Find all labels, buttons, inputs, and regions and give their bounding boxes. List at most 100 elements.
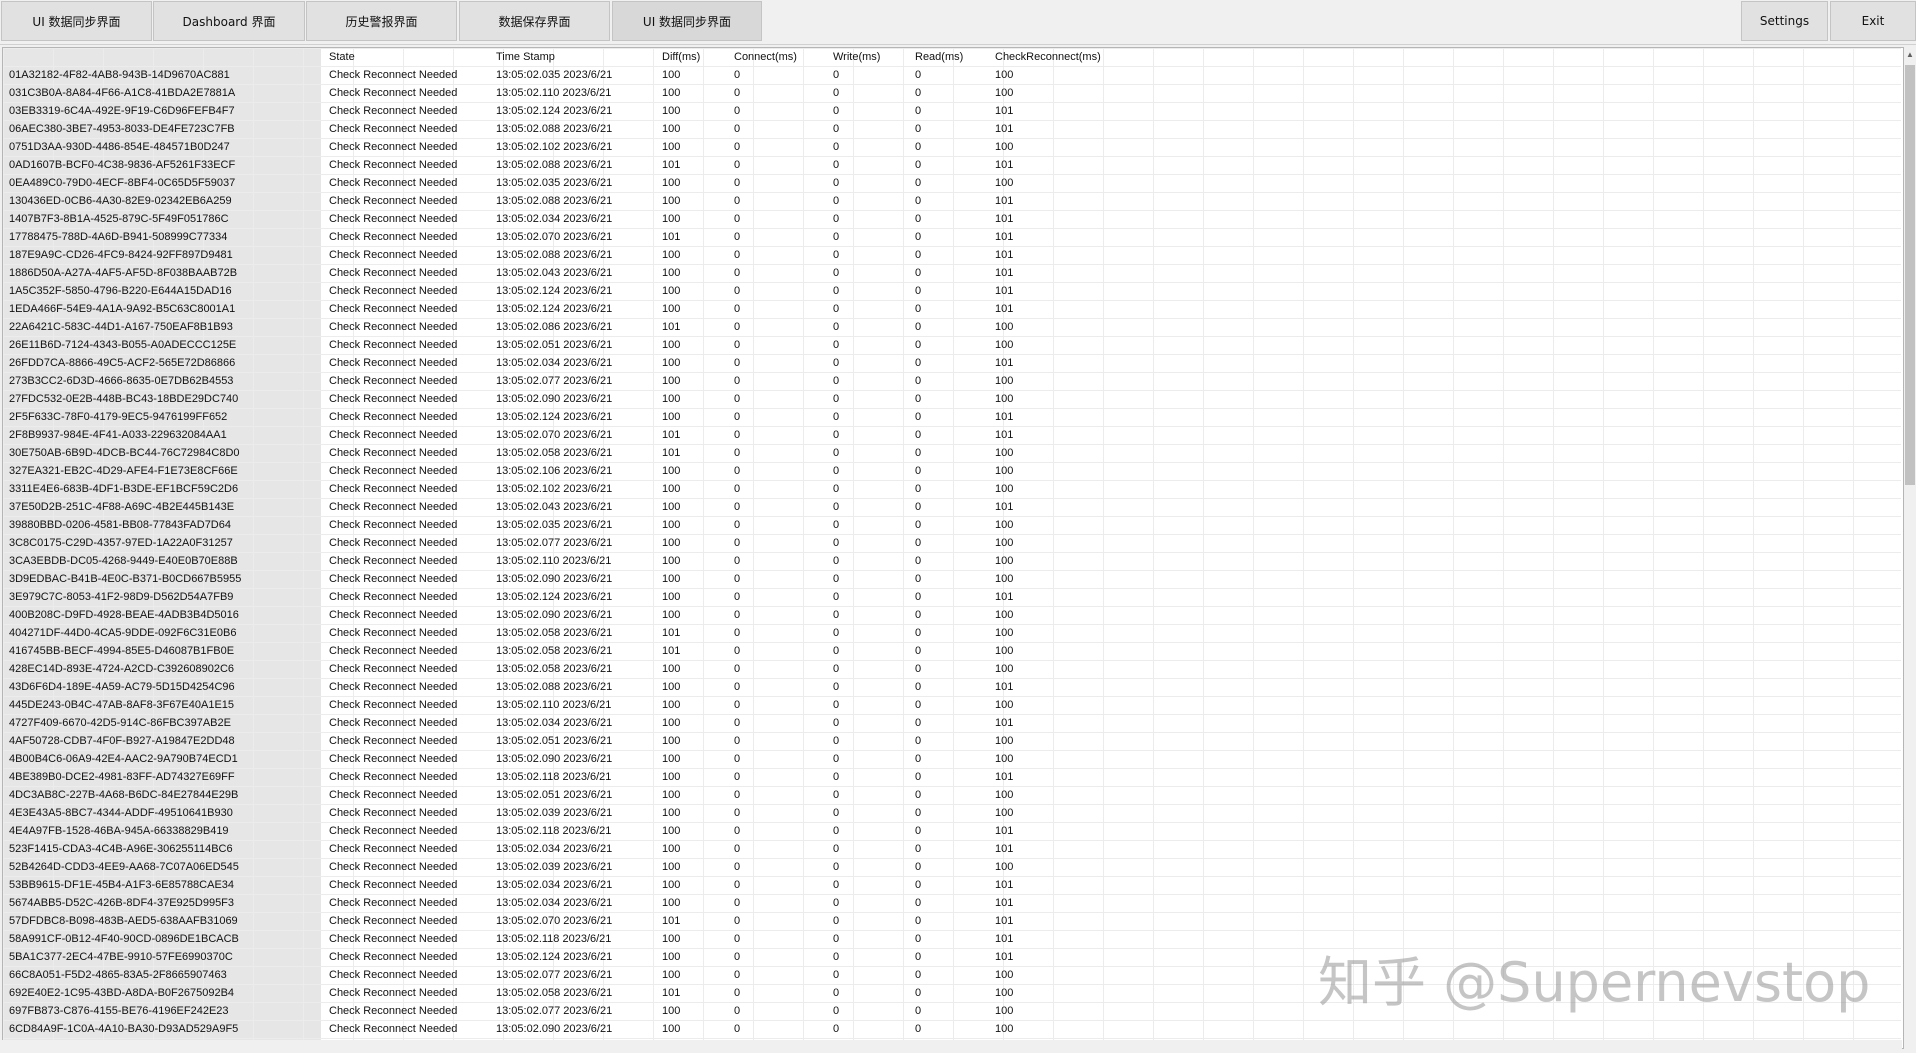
table-cell: 0 xyxy=(833,339,840,351)
table-cell: 0 xyxy=(915,915,922,927)
table-row[interactable]: 400B208C-D9FD-4928-BEAE-4ADB3B4D5016 Chec… xyxy=(3,606,1901,624)
table-row[interactable]: 27FDC532-0E2B-448B-BC43-18BDE29DC740 Chec… xyxy=(3,390,1901,408)
table-row[interactable]: 4727F409-6670-42D5-914C-86FBC397AB2E Chec… xyxy=(3,714,1901,732)
table-row[interactable]: 03EB3319-6C4A-492E-9F19-C6D96FEFB4F7 Chec… xyxy=(3,102,1901,120)
table-row[interactable]: 130436ED-0CB6-4A30-82E9-02342EB6A259 Chec… xyxy=(3,192,1901,210)
table-row[interactable]: 3D9EDBAC-B41B-4E0C-B371-B0CD667B5955 Chec… xyxy=(3,570,1901,588)
table-cell: 101 xyxy=(662,645,681,657)
table-cell: 0 xyxy=(915,609,922,621)
column-header[interactable]: Read(ms) xyxy=(909,48,987,66)
settings-button[interactable]: Settings xyxy=(1741,1,1828,41)
table-row[interactable]: 30E750AB-6B9D-4DCB-BC44-76C72984C8D0 Chec… xyxy=(3,444,1901,462)
table-row[interactable]: 53BB9615-DF1E-45B4-A1F3-6E85788CAE34 Chec… xyxy=(3,876,1901,894)
table-row[interactable]: 37E50D2B-251C-4F88-A69C-4B2E445B143E Chec… xyxy=(3,498,1901,516)
table-row[interactable]: 39880BBD-0206-4581-BB08-77843FAD7D64 Chec… xyxy=(3,516,1901,534)
exit-button[interactable]: Exit xyxy=(1830,1,1916,41)
row-id-cell: 27FDC532-0E2B-448B-BC43-18BDE29DC740 xyxy=(9,393,239,405)
table-row[interactable]: 22A6421C-583C-44D1-A167-750EAF8B1B93 Chec… xyxy=(3,318,1901,336)
table-cell: 100 xyxy=(662,285,681,297)
table-row[interactable]: 416745BB-BECF-4994-85E5-D46087B1FB0E Chec… xyxy=(3,642,1901,660)
table-row[interactable]: 1886D50A-A27A-4AF5-AF5D-8F038BAAB72B Chec… xyxy=(3,264,1901,282)
vertical-scrollbar[interactable]: ▲ xyxy=(1904,47,1916,1047)
tab-ui-sync[interactable]: UI 数据同步界面 xyxy=(1,1,152,41)
table-cell: 0 xyxy=(915,627,922,639)
column-header[interactable]: Connect(ms) xyxy=(728,48,825,66)
table-row[interactable]: 26FDD7CA-8866-49C5-ACF2-565E72D86866 Chec… xyxy=(3,354,1901,372)
table-row[interactable]: 2F8B9937-984E-4F41-A033-229632084AA1 Chec… xyxy=(3,426,1901,444)
table-row[interactable]: 404271DF-44D0-4CA5-9DDE-092F6C31E0B6 Chec… xyxy=(3,624,1901,642)
table-cell: 0 xyxy=(833,519,840,531)
table-row[interactable]: 3CA3EBDB-DC05-4268-9449-E40E0B70E88B Chec… xyxy=(3,552,1901,570)
column-header[interactable]: Time Stamp xyxy=(490,48,654,66)
table-row[interactable]: 428EC14D-893E-4724-A2CD-C392608902C6 Chec… xyxy=(3,660,1901,678)
data-grid[interactable]: State Time Stamp Diff(ms) Connect(ms) Write(… xyxy=(2,47,1904,1049)
table-row[interactable]: 52B4264D-CDD3-4EE9-AA68-7C07A06ED545 Chec… xyxy=(3,858,1901,876)
table-row[interactable]: 06AEC380-3BE7-4953-8033-DE4FE723C7FB Chec… xyxy=(3,120,1901,138)
table-cell: 0 xyxy=(833,501,840,513)
table-row[interactable]: 1EDA466F-54E9-4A1A-9A92-B5C63C8001A1 Chec… xyxy=(3,300,1901,318)
column-header[interactable]: CheckReconnect(ms) xyxy=(989,48,1139,66)
table-row[interactable]: 4DC3AB8C-227B-4A68-B6DC-84E27844E29B Chec… xyxy=(3,786,1901,804)
table-row[interactable]: 327EA321-EB2C-4D29-AFE4-F1E73E8CF66E Chec… xyxy=(3,462,1901,480)
table-cell: 100 xyxy=(662,483,681,495)
table-row[interactable]: 0751D3AA-930D-4486-854E-484571B0D247 Chec… xyxy=(3,138,1901,156)
table-row[interactable]: 5674ABB5-D52C-426B-8DF4-37E925D995F3 Chec… xyxy=(3,894,1901,912)
table-row[interactable]: 1407B7F3-8B1A-4525-879C-5F49F051786C Chec… xyxy=(3,210,1901,228)
table-cell: Check Reconnect Needed xyxy=(329,123,458,135)
tab-alarm-history[interactable]: 历史警报界面 xyxy=(306,1,457,41)
table-row[interactable]: 3311E4E6-683B-4DF1-B3DE-EF1BCF59C2D6 Chec… xyxy=(3,480,1901,498)
table-row[interactable]: 17788475-788D-4A6D-B941-508999C77334 Chec… xyxy=(3,228,1901,246)
table-cell: Check Reconnect Needed xyxy=(329,537,458,549)
horizontal-scrollbar[interactable] xyxy=(2,1040,1902,1052)
table-cell: 100 xyxy=(662,537,681,549)
table-row[interactable]: 4E4A97FB-1528-46BA-945A-66338829B419 Chec… xyxy=(3,822,1901,840)
table-cell: 101 xyxy=(995,843,1014,855)
scroll-thumb[interactable] xyxy=(1905,65,1915,485)
table-row[interactable]: 273B3CC2-6D3D-4666-8635-0E7DB62B4553 Chec… xyxy=(3,372,1901,390)
table-row[interactable]: 187E9A9C-CD26-4FC9-8424-92FF897D9481 Chec… xyxy=(3,246,1901,264)
tab-ui-sync-2[interactable]: UI 数据同步界面 xyxy=(612,1,762,41)
table-row[interactable]: 3E979C7C-8053-41F2-98D9-D562D54A7FB9 Chec… xyxy=(3,588,1901,606)
column-header[interactable]: Diff(ms) xyxy=(656,48,726,66)
column-header[interactable]: State xyxy=(323,48,488,66)
table-cell: 13:05:02.058 2023/6/21 xyxy=(496,645,613,657)
table-row[interactable]: 4AF50728-CDB7-4F0F-B927-A19847E2DD48 Chec… xyxy=(3,732,1901,750)
table-cell: 0 xyxy=(833,897,840,909)
table-row[interactable]: 031C3B0A-8A84-4F66-A1C8-41BDA2E7881A Chec… xyxy=(3,84,1901,102)
table-cell: 0 xyxy=(915,735,922,747)
table-cell: 13:05:02.039 2023/6/21 xyxy=(496,807,613,819)
table-cell: 0 xyxy=(833,627,840,639)
table-cell: 100 xyxy=(995,861,1014,873)
table-row[interactable]: 0AD1607B-BCF0-4C38-9836-AF5261F33ECF Chec… xyxy=(3,156,1901,174)
table-cell: 0 xyxy=(734,519,741,531)
column-header[interactable]: Write(ms) xyxy=(827,48,907,66)
table-row[interactable]: 26E11B6D-7124-4343-B055-A0ADECCC125E Chec… xyxy=(3,336,1901,354)
table-cell: 0 xyxy=(915,753,922,765)
column-header[interactable] xyxy=(3,48,321,66)
table-row[interactable]: 4B00B4C6-06A9-42E4-AAC2-9A790B74ECD1 Chec… xyxy=(3,750,1901,768)
table-row[interactable]: 1A5C352F-5850-4796-B220-E644A15DAD16 Chec… xyxy=(3,282,1901,300)
table-cell: Check Reconnect Needed xyxy=(329,555,458,567)
tab-dashboard[interactable]: Dashboard 界面 xyxy=(153,1,305,41)
table-row[interactable]: 4BE389B0-DCE2-4981-83FF-AD74327E69FF Chec… xyxy=(3,768,1901,786)
tab-data-save[interactable]: 数据保存界面 xyxy=(459,1,610,41)
table-cell: 13:05:02.090 2023/6/21 xyxy=(496,753,613,765)
table-row[interactable]: 4E3E43A5-8BC7-4344-ADDF-49510641B930 Chec… xyxy=(3,804,1901,822)
table-cell: 101 xyxy=(995,105,1014,117)
table-row[interactable]: 0EA489C0-79D0-4ECF-8BF4-0C65D5F59037 Chec… xyxy=(3,174,1901,192)
table-row[interactable]: 43D6F6D4-189E-4A59-AC79-5D15D4254C96 Chec… xyxy=(3,678,1901,696)
table-row[interactable]: 445DE243-0B4C-47AB-8AF8-3F67E40A1E15 Chec… xyxy=(3,696,1901,714)
table-row[interactable]: 523F1415-CDA3-4C4B-A96E-306255114BC6 Chec… xyxy=(3,840,1901,858)
table-row[interactable]: 2F5F633C-78F0-4179-9EC5-9476199FF652 Chec… xyxy=(3,408,1901,426)
table-row[interactable]: 6CD84A9F-1C0A-4A10-BA30-D93AD529A9F5 Chec… xyxy=(3,1020,1901,1038)
table-cell: 0 xyxy=(833,663,840,675)
table-row[interactable]: 3C8C0175-C29D-4357-97ED-1A22A0F31257 Chec… xyxy=(3,534,1901,552)
table-cell: 100 xyxy=(662,141,681,153)
table-cell: 13:05:02.088 2023/6/21 xyxy=(496,123,613,135)
scroll-up-icon[interactable]: ▲ xyxy=(1904,47,1916,63)
table-row[interactable]: 01A32182-4F82-4AB8-943B-14D9670AC881 Chec… xyxy=(3,66,1901,84)
toolbar: UI 数据同步界面 Dashboard 界面 历史警报界面 数据保存界面 UI … xyxy=(0,0,1916,45)
table-cell: 101 xyxy=(662,627,681,639)
row-id-cell: 1A5C352F-5850-4796-B220-E644A15DAD16 xyxy=(9,285,232,297)
table-row[interactable]: 57DFDBC8-B098-483B-AED5-638AAFB31069 Chec… xyxy=(3,912,1901,930)
